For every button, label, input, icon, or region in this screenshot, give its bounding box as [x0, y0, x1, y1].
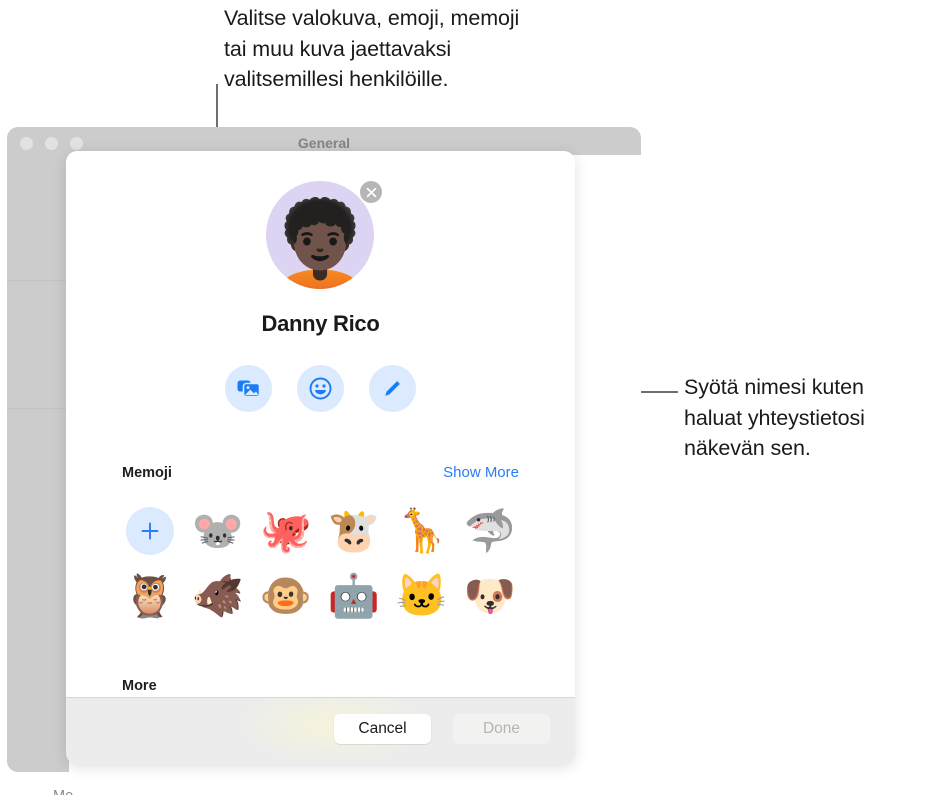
memoji-grid: 🐭 🐙 🐮 🦒 🦈 🦉 🐗 🐵 🤖 🐱 🐶 [116, 498, 536, 628]
plus-icon [141, 522, 159, 539]
profile-picture-sheet: 🧑🏿‍🦱 Danny Rico [66, 151, 575, 764]
screenshot-root: Valitse valokuva, emoji, memoji tai muu … [0, 0, 939, 795]
sidebar-item-me[interactable]: Me [53, 788, 74, 795]
photos-button[interactable] [225, 365, 272, 412]
edit-name-button[interactable] [369, 365, 416, 412]
sidebar-divider-top [7, 280, 69, 281]
done-button[interactable]: Done [453, 714, 550, 744]
sheet-footer: Cancel Done [66, 697, 575, 764]
callout-text-photo-picker: Valitse valokuva, emoji, memoji tai muu … [224, 6, 520, 91]
memoji-item[interactable]: 🐭 [184, 498, 252, 563]
memoji-item[interactable]: 🐵 [252, 563, 320, 628]
avatar-remove-button[interactable] [360, 181, 382, 203]
memoji-section-title: Memoji [122, 465, 172, 481]
emoji-button[interactable] [297, 365, 344, 412]
smiley-face-icon [309, 377, 332, 400]
profile-name: Danny Rico [261, 311, 380, 336]
memoji-item[interactable]: 🐱 [388, 563, 456, 628]
avatar[interactable]: 🧑🏿‍🦱 [266, 181, 374, 289]
memoji-add-cell[interactable] [116, 498, 184, 563]
memoji-section-header: Memoji Show More [122, 464, 519, 481]
memoji-item[interactable]: 🐙 [252, 498, 320, 563]
memoji-item[interactable]: 🦒 [388, 498, 456, 563]
memoji-item[interactable]: 🐮 [320, 498, 388, 563]
avatar-container: 🧑🏿‍🦱 [266, 181, 382, 289]
sidebar-divider-bottom [7, 408, 69, 409]
memoji-item[interactable]: 🐶 [456, 563, 524, 628]
memoji-item[interactable]: 🦉 [116, 563, 184, 628]
show-more-link[interactable]: Show More [443, 464, 519, 481]
memoji-item[interactable]: 🤖 [320, 563, 388, 628]
footer-button-group: Cancel Done [334, 714, 550, 744]
callout-text-name-field: Syötä nimesi kuten haluat yhteystietosi … [684, 375, 865, 460]
more-section-title: More [122, 678, 157, 694]
avatar-action-buttons [66, 365, 575, 412]
cancel-button[interactable]: Cancel [334, 714, 431, 744]
memoji-item[interactable]: 🐗 [184, 563, 252, 628]
pencil-icon [385, 381, 400, 396]
window-title: General [297, 135, 351, 151]
close-x-icon [366, 187, 376, 197]
memoji-item[interactable]: 🦈 [456, 498, 524, 563]
photos-icon [237, 380, 260, 398]
create-memoji-button[interactable] [126, 506, 174, 555]
